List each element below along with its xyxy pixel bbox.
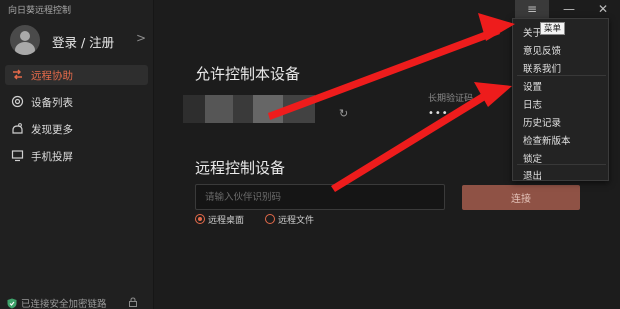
menu-item-logs[interactable]: 日志 [523,97,542,111]
refresh-icon[interactable]: ↻ [339,107,348,120]
sidebar-item-label: 发现更多 [31,124,73,136]
menu-item-lock[interactable]: 锁定 [523,151,542,165]
sidebar-item-discover[interactable]: 发现更多 [5,119,148,139]
remote-control-title: 远程控制设备 [195,159,286,177]
menu-divider [517,164,606,165]
sidebar-item-label: 手机投屏 [31,151,73,163]
menu-item-check-update[interactable]: 检查新版本 [523,133,571,147]
radio-selected-icon [195,214,205,224]
menu-tooltip: 菜单 [540,22,566,35]
close-button[interactable]: ✕ [586,0,620,18]
sidebar-item-device-list[interactable]: 设备列表 [5,92,148,112]
menu-divider [517,75,606,76]
sidebar-item-screen-cast[interactable]: 手机投屏 [5,146,148,166]
shield-check-icon [7,298,17,309]
remote-assist-icon [13,69,22,80]
avatar [10,25,40,55]
menu-item-exit[interactable]: 退出 [523,168,542,182]
partner-id-input[interactable] [195,184,445,210]
app-title: 向日葵远程控制 [8,6,72,16]
sidebar-item-label: 设备列表 [31,97,73,109]
radio-unselected-icon [265,214,275,224]
login-register-link[interactable]: 登录 / 注册 [52,32,114,51]
menu-item-contact[interactable]: 联系我们 [523,61,561,75]
secure-text: 已连接安全加密链路 [21,299,107,309]
sidebar: 向日葵远程控制 登录 / 注册 > 远程协助 设备列表 发现更多 手机投屏 已连… [0,0,154,309]
sidebar-item-label: 远程协助 [31,70,73,82]
menu-item-feedback[interactable]: 意见反馈 [523,43,561,57]
minimize-button[interactable]: — [552,0,586,18]
menu-button[interactable]: ≡ [515,0,549,18]
screen-cast-icon [11,150,24,162]
device-id-masked [183,95,315,123]
menu-item-settings[interactable]: 设置 [523,79,542,93]
secure-connection-status: 已连接安全加密链路 [7,296,107,309]
account-login[interactable]: 登录 / 注册 > [10,25,147,55]
password-label: 长期验证码 [428,94,474,104]
connect-button[interactable]: 连接 [462,185,580,210]
allow-control-title: 允许控制本设备 [195,65,301,83]
device-list-icon [11,95,24,108]
app-window: 向日葵远程控制 登录 / 注册 > 远程协助 设备列表 发现更多 手机投屏 已连… [0,0,620,309]
lock-icon[interactable] [128,297,138,307]
password-value: ••• [428,108,449,119]
chevron-right-icon: > [136,31,147,45]
radio-label: 远程桌面 [208,216,245,226]
main-menu-dropdown: 关于 意见反馈 联系我们 设置 日志 历史记录 检查新版本 锁定 退出 [512,18,609,182]
menu-item-history[interactable]: 历史记录 [523,115,561,129]
sidebar-item-remote-assist[interactable]: 远程协助 [5,65,148,85]
radio-label: 远程文件 [278,216,315,226]
discover-icon [12,123,23,134]
